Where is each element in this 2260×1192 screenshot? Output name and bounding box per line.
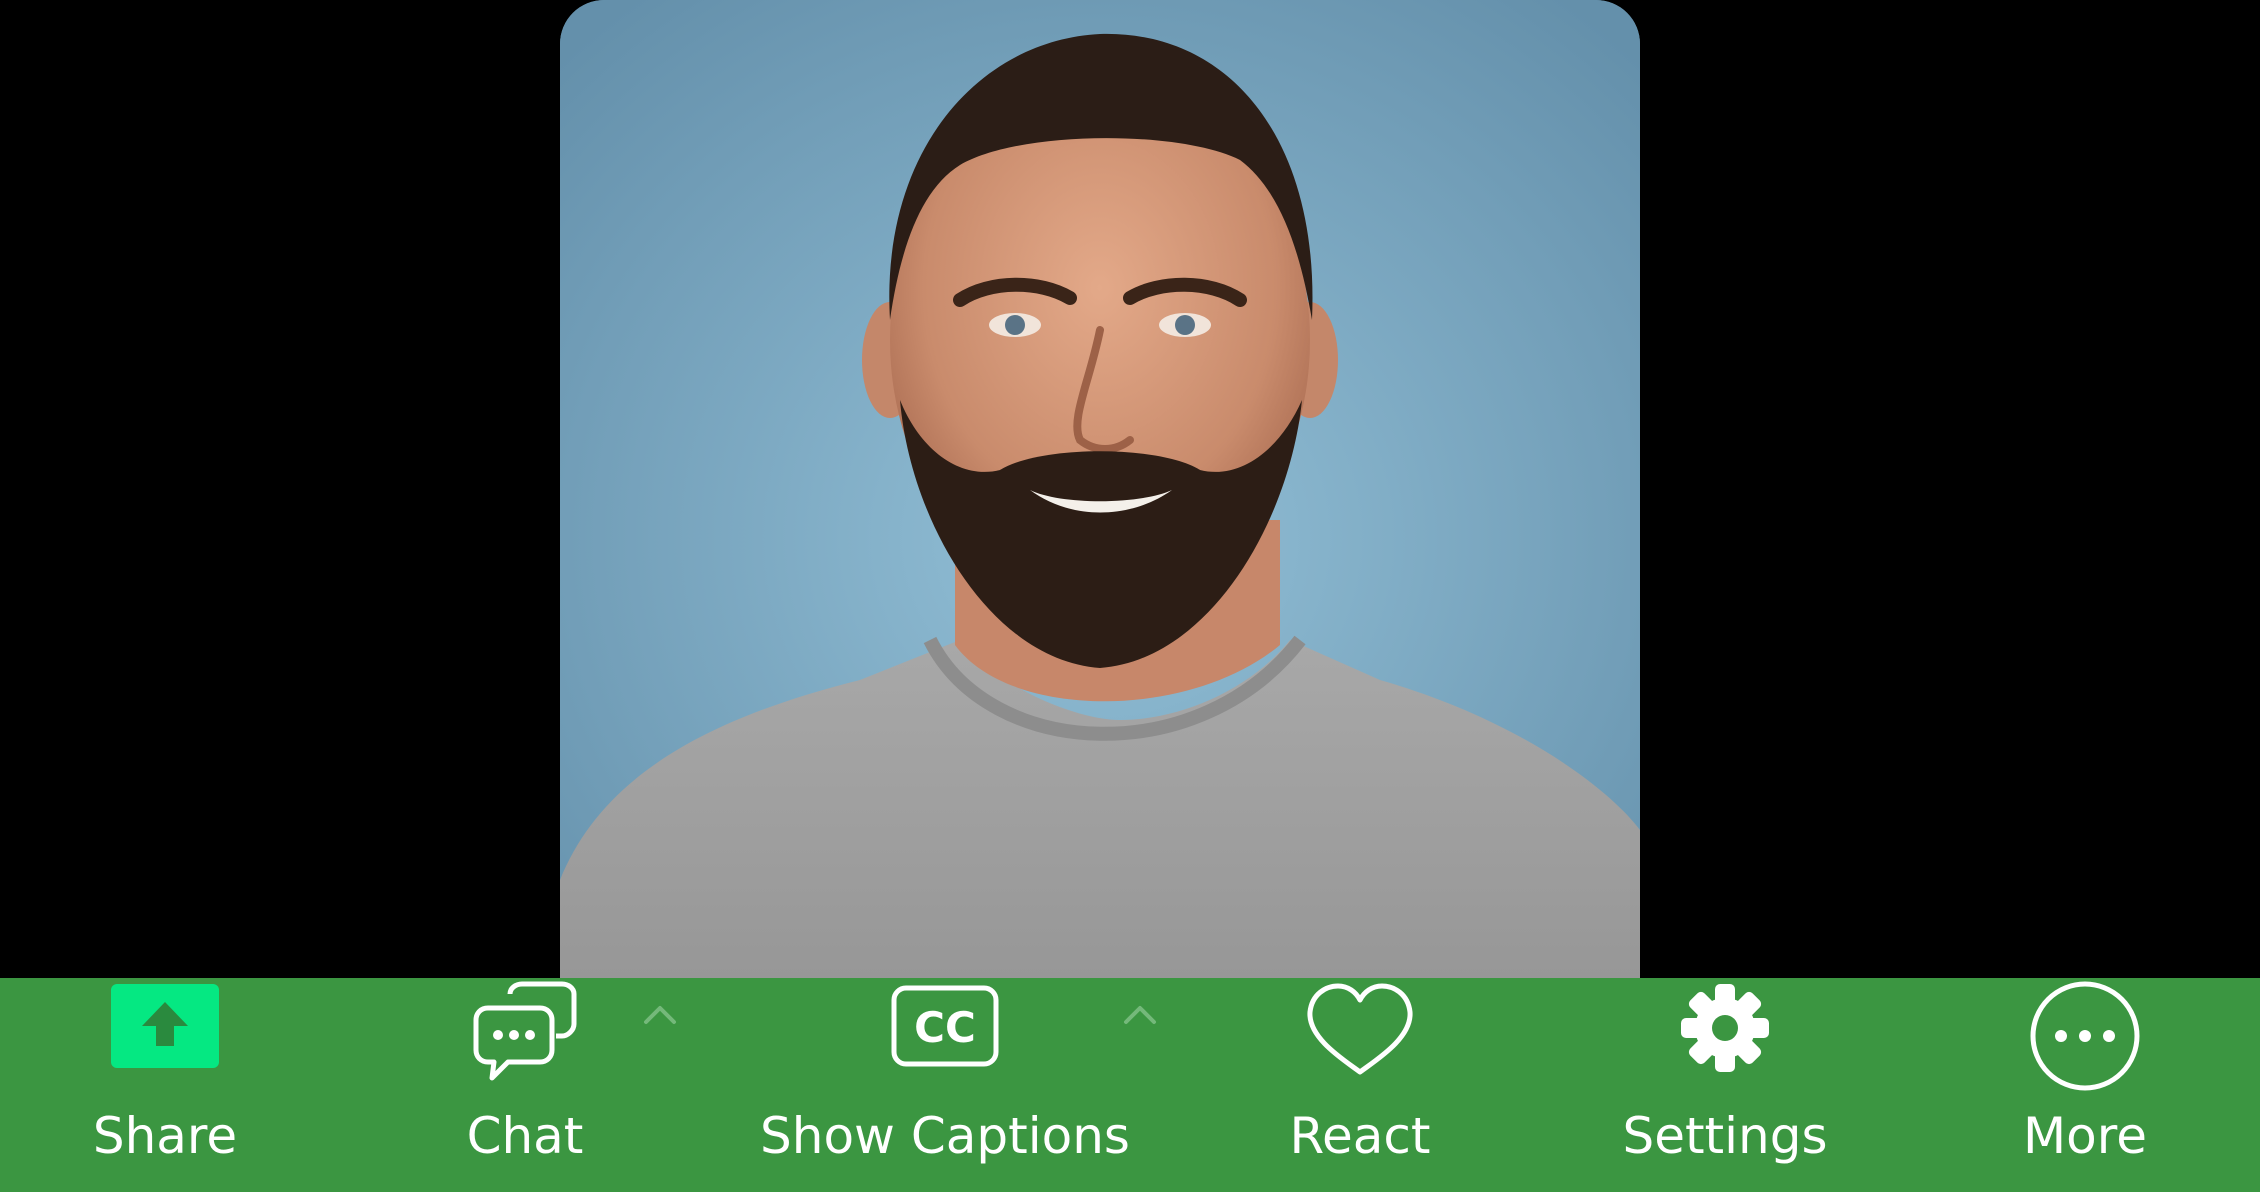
show-captions-button[interactable]: CC Show Captions: [760, 978, 1130, 1192]
chevron-up-icon: [644, 1006, 676, 1024]
share-button-label: Share: [92, 1107, 238, 1165]
participant-video-tile[interactable]: [560, 0, 1640, 978]
react-button[interactable]: React: [1290, 978, 1431, 1192]
more-button[interactable]: More: [2015, 978, 2155, 1192]
share-upload-icon: [111, 984, 219, 1068]
captions-options-caret[interactable]: [1110, 1000, 1170, 1060]
chat-button-label: Chat: [466, 1107, 584, 1165]
meeting-toolbar: Share Chat CC Show Captions React Settin…: [0, 978, 2260, 1192]
gear-icon: [1681, 984, 1769, 1072]
chat-bubbles-icon: [473, 981, 577, 1081]
more-dots-icon: [2030, 981, 2140, 1091]
heart-icon: [1307, 983, 1413, 1075]
share-button[interactable]: Share: [93, 978, 237, 1192]
show-captions-button-label: Show Captions: [760, 1107, 1130, 1165]
chevron-up-icon: [1124, 1006, 1156, 1024]
settings-button[interactable]: Settings: [1622, 978, 1828, 1192]
chat-options-caret[interactable]: [630, 1000, 690, 1060]
chat-button[interactable]: Chat: [455, 978, 595, 1192]
closed-captions-icon: CC: [891, 985, 999, 1067]
more-button-label: More: [2023, 1107, 2147, 1165]
meeting-window: Share Chat CC Show Captions React Settin…: [0, 0, 2260, 1192]
settings-button-label: Settings: [1622, 1107, 1828, 1165]
participant-video-image: [560, 0, 1640, 978]
closed-captions-icon-text: CC: [914, 1003, 976, 1052]
react-button-label: React: [1289, 1107, 1431, 1165]
